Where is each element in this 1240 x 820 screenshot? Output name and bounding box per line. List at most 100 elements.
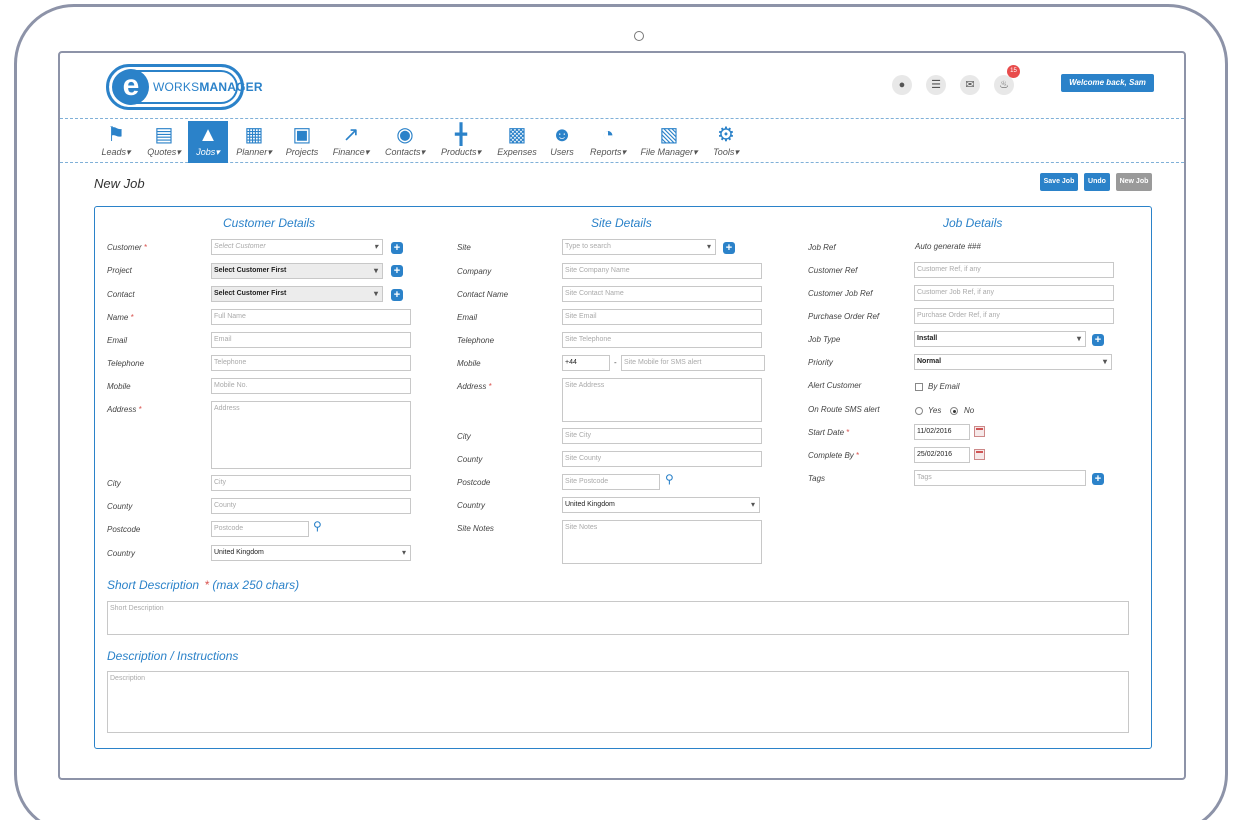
nav-quotes[interactable]: ▤ Quotes▾ — [142, 121, 186, 163]
nav-leads-label: Leads▾ — [101, 147, 131, 157]
nav-file-manager[interactable]: ▧ File Manager▾ — [638, 121, 700, 163]
contact-select[interactable]: Select Customer First — [211, 286, 383, 302]
site-county-input[interactable]: Site County — [562, 451, 762, 467]
nav-contacts[interactable]: ◉ Contacts▾ — [382, 121, 428, 163]
envelope-icon[interactable]: ✉ — [960, 75, 980, 95]
po-ref-input[interactable]: Purchase Order Ref, if any — [914, 308, 1114, 324]
add-site-button[interactable]: + — [723, 242, 735, 254]
name-input[interactable]: Full Name — [211, 309, 411, 325]
complete-by-calendar-icon[interactable] — [974, 449, 985, 460]
nav-products[interactable]: ╋ Products▾ — [438, 121, 484, 163]
country-select[interactable]: United Kingdom — [211, 545, 411, 561]
nav-reports[interactable]: ◔ Reports▾ — [586, 121, 630, 163]
mobile-input[interactable]: Mobile No. — [211, 378, 411, 394]
customer-select[interactable]: Select Customer — [211, 239, 383, 255]
sms-no-radio[interactable] — [950, 407, 958, 415]
alert-by-email-checkbox[interactable] — [915, 383, 923, 391]
users-icon: ☻ — [551, 124, 573, 146]
nav-tools-label: Tools▾ — [713, 147, 739, 157]
site-select[interactable]: Type to search — [562, 239, 716, 255]
short-description-title: Short Description * (max 250 chars) — [107, 578, 300, 592]
email-label: Email — [107, 336, 128, 345]
customer-job-ref-input[interactable]: Customer Job Ref, if any — [914, 285, 1114, 301]
tags-label: Tags — [808, 474, 826, 483]
search-site-postcode-icon[interactable]: ⚲ — [665, 472, 674, 486]
site-email-input[interactable]: Site Email — [562, 309, 762, 325]
site-city-label: City — [457, 432, 471, 441]
notification-badge: 15 — [1007, 65, 1020, 78]
job-ref-label: Job Ref — [808, 243, 836, 252]
people-icon[interactable]: ● — [892, 75, 912, 95]
country-label: Country — [107, 549, 136, 558]
undo-button[interactable]: Undo — [1084, 173, 1110, 191]
welcome-button[interactable]: Welcome back, Sam — [1061, 74, 1154, 92]
add-job-type-button[interactable]: + — [1092, 334, 1104, 346]
bell-icon[interactable]: ♨ — [994, 75, 1014, 95]
site-city-input[interactable]: Site City — [562, 428, 762, 444]
county-input[interactable]: County — [211, 498, 411, 514]
site-company-label: Company — [457, 267, 492, 276]
chart-line-icon: ↗ — [342, 124, 360, 146]
app-screen: e WORKSMANAGER ● ☰ ✉ ♨ 15 Welcome back, … — [58, 51, 1186, 780]
nav-leads[interactable]: ⚑ Leads▾ — [96, 121, 136, 163]
start-date-input[interactable]: 11/02/2016 — [914, 424, 970, 440]
start-date-calendar-icon[interactable] — [974, 426, 985, 437]
site-mobile-prefix[interactable]: +44 — [562, 355, 610, 371]
pin-icon: ⚑ — [107, 124, 125, 146]
nav-projects[interactable]: ▣ Projects — [282, 121, 322, 163]
project-label: Project — [107, 266, 132, 275]
nav-jobs[interactable]: ▲ Jobs▾ — [188, 121, 228, 163]
customer-ref-input[interactable]: Customer Ref, if any — [914, 262, 1114, 278]
new-job-button[interactable]: New Job — [1116, 173, 1152, 191]
site-contact-input[interactable]: Site Contact Name — [562, 286, 762, 302]
tags-input[interactable]: Tags — [914, 470, 1086, 486]
logo-text: WORKSMANAGER — [153, 80, 263, 94]
description-textarea[interactable]: Description — [107, 671, 1129, 733]
address-label: Address * — [107, 405, 142, 414]
nav-planner-label: Planner▾ — [236, 147, 272, 157]
customer-job-ref-label: Customer Job Ref — [808, 289, 873, 298]
logo-works: WORKS — [153, 80, 200, 94]
project-select[interactable]: Select Customer First — [211, 263, 383, 279]
email-input[interactable]: Email — [211, 332, 411, 348]
telephone-input[interactable]: Telephone — [211, 355, 411, 371]
short-description-textarea[interactable]: Short Description — [107, 601, 1129, 635]
postcode-label: Postcode — [107, 525, 141, 534]
priority-select[interactable]: Normal — [914, 354, 1112, 370]
complete-by-label: Complete By * — [808, 451, 859, 460]
alert-by-email-label: By Email — [928, 382, 960, 391]
nav-expenses[interactable]: ▩ Expenses — [496, 121, 538, 163]
site-contact-label: Contact Name — [457, 290, 509, 299]
add-tag-button[interactable]: + — [1092, 473, 1104, 485]
customer-ref-label: Customer Ref — [808, 266, 858, 275]
site-mobile-input[interactable]: Site Mobile for SMS alert — [621, 355, 765, 371]
site-country-select[interactable]: United Kingdom — [562, 497, 760, 513]
save-job-button[interactable]: Save Job — [1040, 173, 1078, 191]
nav-tools[interactable]: ⚙ Tools▾ — [708, 121, 744, 163]
site-address-textarea[interactable]: Site Address — [562, 378, 762, 422]
logo[interactable]: e WORKSMANAGER — [106, 64, 263, 110]
site-county-label: County — [457, 455, 483, 464]
address-textarea[interactable]: Address — [211, 401, 411, 469]
add-project-button[interactable]: + — [391, 265, 403, 277]
site-notes-textarea[interactable]: Site Notes — [562, 520, 762, 564]
add-customer-button[interactable]: + — [391, 242, 403, 254]
site-company-input[interactable]: Site Company Name — [562, 263, 762, 279]
job-type-select[interactable]: Install — [914, 331, 1086, 347]
nav-planner[interactable]: ▦ Planner▾ — [232, 121, 276, 163]
postcode-input[interactable]: Postcode — [211, 521, 309, 537]
server-icon[interactable]: ☰ — [926, 75, 946, 95]
site-postcode-input[interactable]: Site Postcode — [562, 474, 660, 490]
site-telephone-input[interactable]: Site Telephone — [562, 332, 762, 348]
site-label: Site — [457, 243, 471, 252]
customer-details-title: Customer Details — [223, 216, 316, 230]
sms-yes-radio[interactable] — [915, 407, 923, 415]
customer-label: Customer * — [107, 243, 147, 252]
nav-finance[interactable]: ↗ Finance▾ — [330, 121, 372, 163]
complete-by-input[interactable]: 25/02/2016 — [914, 447, 970, 463]
nav-users[interactable]: ☻ Users — [546, 121, 578, 163]
site-notes-label: Site Notes — [457, 524, 494, 533]
search-postcode-icon[interactable]: ⚲ — [313, 519, 322, 533]
add-contact-button[interactable]: + — [391, 289, 403, 301]
city-input[interactable]: City — [211, 475, 411, 491]
